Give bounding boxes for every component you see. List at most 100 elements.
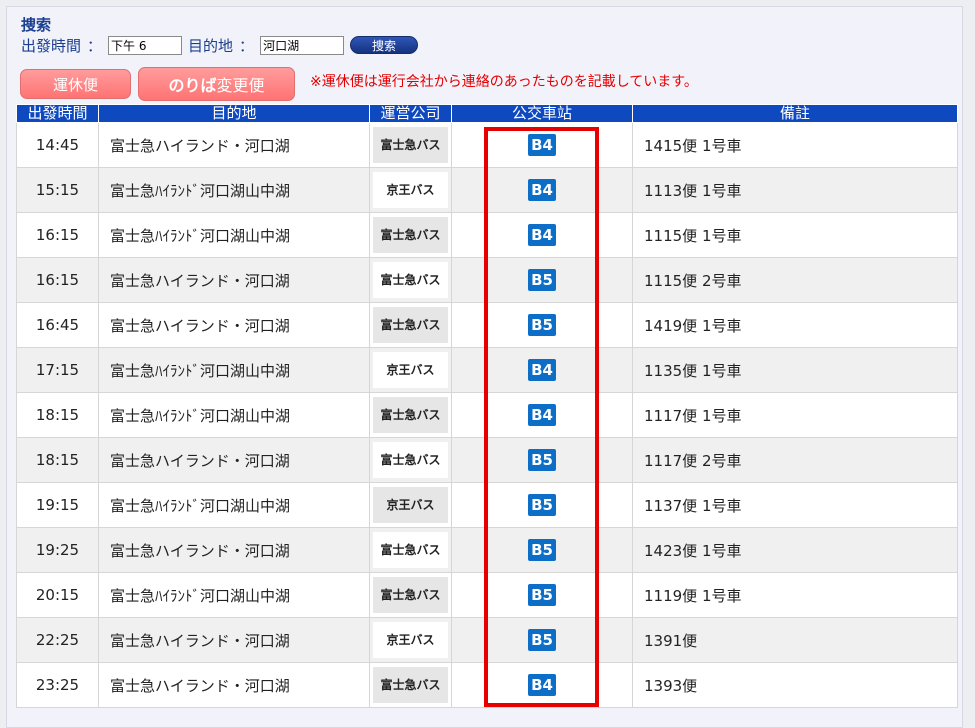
remarks: 1117便 1号車 xyxy=(632,392,958,438)
bus-stop-cell: B4 xyxy=(451,122,633,168)
destination-label: 目的地 xyxy=(188,36,234,55)
destination: 富士急ハイランド・河口湖 xyxy=(98,122,370,168)
destination: 富士急ハイランド・河口湖 xyxy=(98,302,370,348)
table-row: 20:15 富士急ﾊｲﾗﾝﾄﾞ河口湖山中湖 富士急バス B5 1119便 1号車 xyxy=(16,572,958,618)
operator-badge: 富士急バス xyxy=(373,127,448,163)
table-row: 18:15 富士急ハイランド・河口湖 富士急バス B5 1117便 2号車 xyxy=(16,437,958,483)
table-row: 16:15 富士急ハイランド・河口湖 富士急バス B5 1115便 2号車 xyxy=(16,257,958,303)
table-row: 16:15 富士急ﾊｲﾗﾝﾄﾞ河口湖山中湖 富士急バス B4 1115便 1号車 xyxy=(16,212,958,258)
search-button[interactable]: 捜索 xyxy=(350,36,419,54)
operator-badge: 富士急バス xyxy=(373,262,448,298)
destination: 富士急ﾊｲﾗﾝﾄﾞ河口湖山中湖 xyxy=(98,167,370,213)
header-bus-stop: 公交車站 xyxy=(451,104,633,123)
platform-change-button[interactable]: のりば 変更便 xyxy=(138,67,295,101)
bus-stop-cell: B4 xyxy=(451,167,633,213)
search-panel: 捜索 出發時間 ： 目的地 ： 捜索 運休便 のりば変更便 ※運休便は運行会社か… xyxy=(6,6,963,728)
bus-stop-badge: B4 xyxy=(528,179,556,201)
table-row: 19:15 富士急ﾊｲﾗﾝﾄﾞ河口湖山中湖 京王バス B5 1137便 1号車 xyxy=(16,482,958,528)
departure-time: 15:15 xyxy=(16,167,99,213)
operator-cell: 富士急バス xyxy=(369,122,452,168)
operator-badge: 京王バス xyxy=(373,622,448,658)
departure-time: 18:15 xyxy=(16,437,99,483)
bus-stop-cell: B5 xyxy=(451,437,633,483)
remarks: 1393便 xyxy=(632,662,958,708)
operator-badge: 京王バス xyxy=(373,487,448,523)
destination: 富士急ﾊｲﾗﾝﾄﾞ河口湖山中湖 xyxy=(98,212,370,258)
table-row: 19:25 富士急ハイランド・河口湖 富士急バス B5 1423便 1号車 xyxy=(16,527,958,573)
departure-time: 19:15 xyxy=(16,482,99,528)
table-row: 23:25 富士急ハイランド・河口湖 富士急バス B4 1393便 xyxy=(16,662,958,708)
remarks: 1119便 1号車 xyxy=(632,572,958,618)
search-title: 捜索 xyxy=(21,16,52,34)
operator-cell: 富士急バス xyxy=(369,662,452,708)
operator-badge: 富士急バス xyxy=(373,307,448,343)
operator-badge: 富士急バス xyxy=(373,442,448,478)
remarks: 1113便 1号車 xyxy=(632,167,958,213)
table-row: 17:15 富士急ﾊｲﾗﾝﾄﾞ河口湖山中湖 京王バス B4 1135便 1号車 xyxy=(16,347,958,393)
departure-time: 16:15 xyxy=(16,257,99,303)
bus-stop-cell: B4 xyxy=(451,662,633,708)
bus-stop-badge: B5 xyxy=(528,449,556,471)
departure-separator: ： xyxy=(87,36,103,55)
suspension-notice: ※運休便は運行会社から連絡のあったものを記載しています。 xyxy=(310,74,698,90)
table-header-row: 出發時間 目的地 運営公司 公交車站 備註 xyxy=(16,104,958,123)
remarks: 1115便 1号車 xyxy=(632,212,958,258)
remarks: 1135便 1号車 xyxy=(632,347,958,393)
operator-cell: 富士急バス xyxy=(369,302,452,348)
remarks: 1415便 1号車 xyxy=(632,122,958,168)
bus-stop-cell: B5 xyxy=(451,257,633,303)
operator-cell: 京王バス xyxy=(369,617,452,663)
operator-badge: 富士急バス xyxy=(373,577,448,613)
destination: 富士急ハイランド・河口湖 xyxy=(98,437,370,483)
bus-stop-badge: B5 xyxy=(528,269,556,291)
departure-time-label: 出發時間 xyxy=(21,36,82,55)
remarks: 1423便 1号車 xyxy=(632,527,958,573)
departure-time: 14:45 xyxy=(16,122,99,168)
operator-badge: 京王バス xyxy=(373,352,448,388)
destination: 富士急ﾊｲﾗﾝﾄﾞ河口湖山中湖 xyxy=(98,572,370,618)
bus-stop-badge: B5 xyxy=(528,314,556,336)
remarks: 1391便 xyxy=(632,617,958,663)
header-remarks: 備註 xyxy=(632,104,958,123)
header-destination: 目的地 xyxy=(98,104,370,123)
operator-cell: 富士急バス xyxy=(369,257,452,303)
departure-time: 19:25 xyxy=(16,527,99,573)
operator-cell: 京王バス xyxy=(369,167,452,213)
departure-time-input[interactable] xyxy=(108,35,183,55)
bus-stop-badge: B5 xyxy=(528,584,556,606)
operator-cell: 富士急バス xyxy=(369,392,452,438)
bus-stop-cell: B4 xyxy=(451,392,633,438)
destination: 富士急ﾊｲﾗﾝﾄﾞ河口湖山中湖 xyxy=(98,392,370,438)
destination-input[interactable] xyxy=(260,35,345,55)
header-operator: 運営公司 xyxy=(369,104,452,123)
bus-stop-badge: B4 xyxy=(528,359,556,381)
bus-stop-cell: B4 xyxy=(451,212,633,258)
suspended-services-button[interactable]: 運休便 xyxy=(20,69,131,99)
operator-cell: 富士急バス xyxy=(369,572,452,618)
operator-badge: 富士急バス xyxy=(373,667,448,703)
departure-time: 16:15 xyxy=(16,212,99,258)
bus-stop-badge: B4 xyxy=(528,404,556,426)
table-row: 14:45 富士急ハイランド・河口湖 富士急バス B4 1415便 1号車 xyxy=(16,122,958,168)
bus-stop-cell: B5 xyxy=(451,302,633,348)
destination: 富士急ﾊｲﾗﾝﾄﾞ河口湖山中湖 xyxy=(98,347,370,393)
operator-cell: 京王バス xyxy=(369,482,452,528)
platform-change-label-big: のりば xyxy=(168,76,217,95)
remarks: 1137便 1号車 xyxy=(632,482,958,528)
operator-badge: 京王バス xyxy=(373,172,448,208)
table-row: 18:15 富士急ﾊｲﾗﾝﾄﾞ河口湖山中湖 富士急バス B4 1117便 1号車 xyxy=(16,392,958,438)
bus-stop-cell: B5 xyxy=(451,527,633,573)
bus-stop-cell: B5 xyxy=(451,482,633,528)
operator-badge: 富士急バス xyxy=(373,532,448,568)
bus-stop-badge: B4 xyxy=(528,674,556,696)
departure-time: 20:15 xyxy=(16,572,99,618)
remarks: 1419便 1号車 xyxy=(632,302,958,348)
departure-time: 23:25 xyxy=(16,662,99,708)
bus-stop-badge: B5 xyxy=(528,539,556,561)
operator-cell: 京王バス xyxy=(369,347,452,393)
operator-cell: 富士急バス xyxy=(369,212,452,258)
bus-stop-badge: B4 xyxy=(528,134,556,156)
bus-stop-cell: B5 xyxy=(451,572,633,618)
bus-timetable: 出發時間 目的地 運営公司 公交車站 備註 14:45 富士急ハイランド・河口湖富… xyxy=(16,104,958,708)
bus-stop-cell: B4 xyxy=(451,347,633,393)
